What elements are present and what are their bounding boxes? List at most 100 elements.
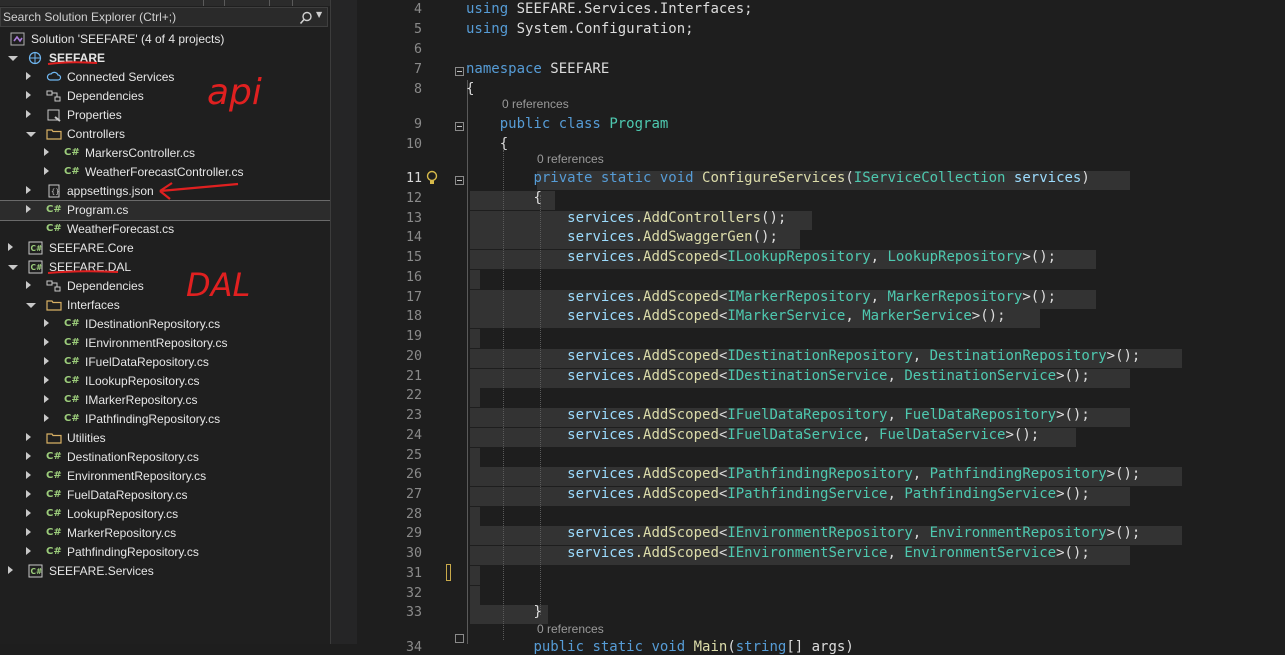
tree-item-label: SEEFARE xyxy=(49,51,106,65)
solution-node[interactable]: Solution 'SEEFARE' (4 of 4 projects) xyxy=(0,30,330,49)
lightbulb-icon[interactable] xyxy=(425,170,439,190)
tree-item-environmentrepository-cs[interactable]: C# EnvironmentRepository.cs xyxy=(0,467,330,486)
folder-icon xyxy=(46,431,62,445)
code-token: string xyxy=(735,639,787,655)
collapsed-chevron-icon[interactable] xyxy=(26,205,31,213)
expanded-chevron-icon[interactable] xyxy=(26,132,36,137)
csharp-file-icon: C# xyxy=(64,356,80,367)
csharp-project-icon: C# xyxy=(28,241,44,255)
code-token: EnvironmentService xyxy=(904,545,1057,561)
collapse-region-icon[interactable] xyxy=(455,67,464,76)
tree-item-markerscontroller-cs[interactable]: C# MarkersController.cs xyxy=(0,144,330,163)
collapsed-chevron-icon[interactable] xyxy=(44,376,49,384)
tree-item-label: IFuelDataRepository.cs xyxy=(85,355,209,369)
tree-item-ienvironmentrepository-cs[interactable]: C# IEnvironmentRepository.cs xyxy=(0,334,330,353)
tree-item-interfaces[interactable]: Interfaces xyxy=(0,296,330,315)
json-file-icon: {} xyxy=(46,184,62,198)
collapsed-chevron-icon[interactable] xyxy=(26,509,31,517)
collapsed-chevron-icon[interactable] xyxy=(8,243,13,251)
expanded-chevron-icon[interactable] xyxy=(26,303,36,308)
line-number: 25 xyxy=(405,448,422,463)
svg-text:C#: C# xyxy=(31,263,43,272)
tree-item-ilookuprepository-cs[interactable]: C# ILookupRepository.cs xyxy=(0,372,330,391)
tree-item-pathfindingrepository-cs[interactable]: C# PathfindingRepository.cs xyxy=(0,543,330,562)
collapsed-chevron-icon[interactable] xyxy=(44,338,49,346)
collapsed-chevron-icon[interactable] xyxy=(26,281,31,289)
collapsed-chevron-icon[interactable] xyxy=(26,110,31,118)
collapse-region-icon[interactable] xyxy=(455,122,464,131)
csharp-project-icon: C# xyxy=(28,564,44,578)
code-token: using xyxy=(466,21,509,37)
line-number: 19 xyxy=(405,329,422,344)
collapsed-chevron-icon[interactable] xyxy=(44,319,49,327)
tree-item-ifueldatarepository-cs[interactable]: C# IFuelDataRepository.cs xyxy=(0,353,330,372)
collapsed-chevron-icon[interactable] xyxy=(26,91,31,99)
tree-item-dependencies[interactable]: Dependencies xyxy=(0,87,330,106)
collapsed-chevron-icon[interactable] xyxy=(26,452,31,460)
collapsed-chevron-icon[interactable] xyxy=(26,72,31,80)
folder-icon xyxy=(46,298,62,312)
line-number: 27 xyxy=(405,487,422,502)
collapsed-chevron-icon[interactable] xyxy=(44,167,49,175)
code-token: IMarkerService xyxy=(727,308,846,324)
collapsed-chevron-icon[interactable] xyxy=(26,186,31,194)
code-token: , xyxy=(912,348,930,364)
collapsed-chevron-icon[interactable] xyxy=(44,414,49,422)
tree-item-label: Interfaces xyxy=(67,298,120,312)
references-codelens[interactable]: 0 references xyxy=(537,622,604,636)
expanded-chevron-icon[interactable] xyxy=(8,56,18,61)
collapsed-chevron-icon[interactable] xyxy=(44,148,49,156)
code-token: Main xyxy=(693,639,728,655)
collapse-region-icon[interactable] xyxy=(455,634,464,643)
tree-item-properties[interactable]: Properties xyxy=(0,106,330,125)
tree-item-connected-services[interactable]: Connected Services xyxy=(0,68,330,87)
references-codelens[interactable]: 0 references xyxy=(537,152,604,166)
expanded-chevron-icon[interactable] xyxy=(8,265,18,270)
collapsed-chevron-icon[interactable] xyxy=(26,490,31,498)
collapsed-chevron-icon[interactable] xyxy=(26,471,31,479)
tree-item-controllers[interactable]: Controllers xyxy=(0,125,330,144)
search-options-dropdown-icon[interactable]: ▼ xyxy=(316,10,322,19)
search-icon[interactable] xyxy=(299,10,313,29)
line-number: 7 xyxy=(413,62,422,77)
tree-item-label: WeatherForecastController.cs xyxy=(85,165,244,179)
tree-item-seefare-services[interactable]: C# SEEFARE.Services xyxy=(0,562,330,581)
collapsed-chevron-icon[interactable] xyxy=(44,357,49,365)
code-line-17: services.AddScoped<IMarkerRepository, Ma… xyxy=(567,289,1056,305)
collapsed-chevron-icon[interactable] xyxy=(26,433,31,441)
tree-item-dependencies[interactable]: Dependencies xyxy=(0,277,330,296)
tree-item-appsettings-json[interactable]: {} appsettings.json xyxy=(0,182,330,201)
tree-item-ipathfindingrepository-cs[interactable]: C# IPathfindingRepository.cs xyxy=(0,410,330,429)
tree-item-fueldatarepository-cs[interactable]: C# FuelDataRepository.cs xyxy=(0,486,330,505)
code-token: services xyxy=(567,407,635,423)
tree-item-utilities[interactable]: Utilities xyxy=(0,429,330,448)
collapse-region-icon[interactable] xyxy=(455,176,464,185)
code-line-18: services.AddScoped<IMarkerService, Marke… xyxy=(567,308,1005,324)
collapsed-chevron-icon[interactable] xyxy=(44,395,49,403)
tree-item-seefare-core[interactable]: C# SEEFARE.Core xyxy=(0,239,330,258)
tree-item-destinationrepository-cs[interactable]: C# DestinationRepository.cs xyxy=(0,448,330,467)
tree-item-seefare[interactable]: SEEFARE xyxy=(0,49,330,68)
code-token: , xyxy=(887,545,905,561)
csharp-file-icon: C# xyxy=(64,337,80,348)
code-token: .AddScoped xyxy=(634,407,719,423)
tree-item-weatherforecastcontroller-cs[interactable]: C# WeatherForecastController.cs xyxy=(0,163,330,182)
collapsed-chevron-icon[interactable] xyxy=(26,528,31,536)
collapsed-chevron-icon[interactable] xyxy=(8,566,13,574)
tree-item-label: SEEFARE.DAL xyxy=(49,260,132,274)
tree-item-program-cs[interactable]: C# Program.cs xyxy=(0,200,330,221)
code-token: .AddScoped xyxy=(634,368,719,384)
tree-item-imarkerrepository-cs[interactable]: C# IMarkerRepository.cs xyxy=(0,391,330,410)
tree-item-idestinationrepository-cs[interactable]: C# IDestinationRepository.cs xyxy=(0,315,330,334)
references-codelens[interactable]: 0 references xyxy=(502,97,569,111)
tree-item-lookuprepository-cs[interactable]: C# LookupRepository.cs xyxy=(0,505,330,524)
code-token: , xyxy=(912,525,930,541)
search-input[interactable]: Search Solution Explorer (Ctrl+;) ▼ xyxy=(0,7,328,27)
tree-item-seefare-dal[interactable]: C# SEEFARE.DAL xyxy=(0,258,330,277)
svg-text:C#: C# xyxy=(31,567,43,576)
tree-item-label: Properties xyxy=(67,108,122,122)
collapsed-chevron-icon[interactable] xyxy=(26,547,31,555)
tree-item-weatherforecast-cs[interactable]: C# WeatherForecast.cs xyxy=(0,220,330,239)
tree-item-markerrepository-cs[interactable]: C# MarkerRepository.cs xyxy=(0,524,330,543)
tree-item-label: Dependencies xyxy=(67,279,144,293)
